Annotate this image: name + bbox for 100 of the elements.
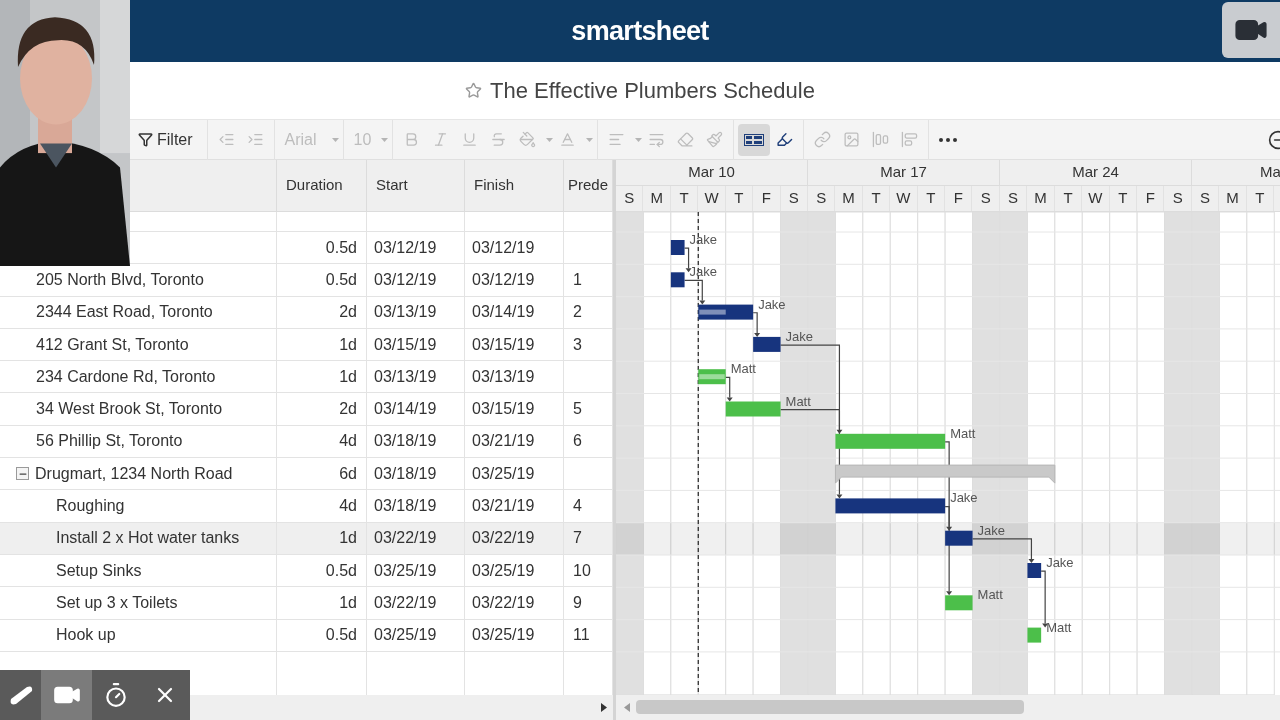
day-label: S [1172, 188, 1183, 209]
start-date: 03/25/19 [374, 625, 437, 646]
finish-date: 03/12/19 [472, 269, 535, 290]
day-label: F [761, 188, 771, 209]
task-bar[interactable] [1027, 563, 1042, 578]
predecessor-text: 9 [573, 592, 582, 613]
assignee-label: Jake [1046, 555, 1074, 570]
caret-icon [586, 137, 594, 142]
eraser-icon [677, 131, 695, 148]
scroll-left-icon[interactable] [624, 702, 630, 712]
predecessor-text: 4 [573, 496, 582, 516]
finish-date: 03/21/19 [472, 431, 535, 452]
day-label: T [1118, 188, 1128, 209]
dependency-arrow [683, 247, 692, 273]
column-header[interactable]: Start [376, 174, 408, 197]
predecessor-text: 10 [573, 560, 591, 581]
strikethrough-icon [490, 131, 508, 148]
task-name: Roughing [56, 496, 125, 516]
column-header[interactable]: Duration [286, 174, 343, 197]
start-date: 03/13/19 [374, 302, 437, 323]
finish-date: 03/15/19 [472, 334, 535, 355]
week-label: Mar 24 [1072, 162, 1119, 183]
assignee-label: Matt [785, 393, 811, 409]
day-label: S [788, 188, 799, 209]
day-label: S [1200, 188, 1211, 209]
task-bar[interactable] [835, 498, 946, 514]
finish-date: 03/25/19 [472, 625, 535, 646]
day-label: M [1034, 188, 1047, 209]
day-label: S [1008, 188, 1019, 209]
day-label: W [1088, 188, 1103, 209]
task-name: Install 2 x Hot water tanks [56, 528, 240, 549]
task-name: Set up 3 x Toilets [56, 592, 178, 613]
assignee-label: Matt [950, 425, 976, 441]
day-label: T [734, 188, 744, 209]
day-label: S [980, 188, 991, 209]
start-date: 03/14/19 [374, 399, 437, 420]
filter-button[interactable]: Filter [134, 123, 197, 156]
column-header[interactable]: Finish [474, 174, 514, 197]
day-label: T [1063, 188, 1073, 209]
predecessor-text: 5 [573, 399, 582, 420]
wrap-text-icon [648, 131, 666, 148]
caret-icon [546, 137, 554, 142]
start-date: 03/18/19 [374, 431, 437, 452]
dependency-arrow [725, 376, 733, 402]
start-date: 03/25/19 [374, 560, 437, 581]
caret-icon [635, 137, 643, 142]
scroll-right-icon[interactable] [601, 703, 607, 712]
assignee-label: Jake [785, 328, 814, 344]
task-name: 412 Grant St, Toronto [36, 334, 189, 355]
predecessor-text: 6 [573, 431, 582, 452]
predecessor-text: 3 [573, 334, 582, 355]
format-painter-icon [706, 131, 724, 148]
collapse-toggle[interactable] [16, 467, 29, 481]
more-icon [939, 137, 958, 142]
text-color-icon [559, 131, 577, 148]
assignee-label: Jake [689, 232, 718, 247]
finish-date: 03/15/19 [472, 399, 535, 420]
day-label: M [842, 188, 855, 209]
column-header[interactable]: Prede [568, 174, 609, 197]
outdent-icon [217, 131, 235, 148]
day-label: F [1145, 188, 1155, 209]
link-icon [814, 131, 832, 148]
indent-icon [246, 131, 264, 148]
filter-icon [138, 132, 153, 147]
finish-date: 03/12/19 [472, 237, 535, 258]
task-name: Drugmart, 1234 North Road [35, 463, 233, 484]
video-button[interactable] [1222, 2, 1280, 58]
task-name: 234 Cardone Rd, Toronto [36, 366, 216, 387]
start-date: 03/18/19 [374, 496, 437, 516]
day-label: M [1226, 188, 1239, 209]
layout-icon [901, 131, 919, 148]
scrollbar-thumb[interactable] [636, 700, 1024, 715]
week-label: Ma [1260, 162, 1280, 183]
task-name: 34 West Brook St, Toronto [36, 399, 223, 420]
week-label: Mar 10 [688, 162, 735, 183]
finish-date: 03/13/19 [472, 366, 535, 387]
favorite-star-icon[interactable] [465, 82, 483, 99]
day-label: T [679, 188, 689, 209]
day-label: M [650, 188, 663, 209]
gantt-view-button[interactable] [738, 123, 771, 156]
finish-date: 03/25/19 [472, 560, 535, 581]
recorder-button[interactable] [41, 670, 92, 720]
day-label: F [953, 188, 963, 209]
start-date: 03/18/19 [374, 463, 437, 484]
assignee-label: Matt [730, 361, 756, 377]
task-name: 56 Phillip St, Toronto [36, 431, 183, 452]
dependency-arrow [1040, 570, 1049, 628]
align-icon [608, 131, 626, 148]
start-date: 03/12/19 [374, 237, 437, 258]
underline-icon [461, 131, 479, 148]
finish-date: 03/25/19 [472, 463, 535, 484]
highlight-icon [776, 131, 794, 148]
finish-date: 03/22/19 [472, 528, 535, 549]
assignee-label: Matt [977, 587, 1003, 603]
day-label: W [704, 188, 719, 209]
finish-date: 03/22/19 [472, 592, 535, 613]
start-date: 03/22/19 [374, 528, 437, 549]
finish-date: 03/14/19 [472, 302, 535, 323]
caret-icon [331, 137, 339, 142]
caret-icon [381, 137, 389, 142]
